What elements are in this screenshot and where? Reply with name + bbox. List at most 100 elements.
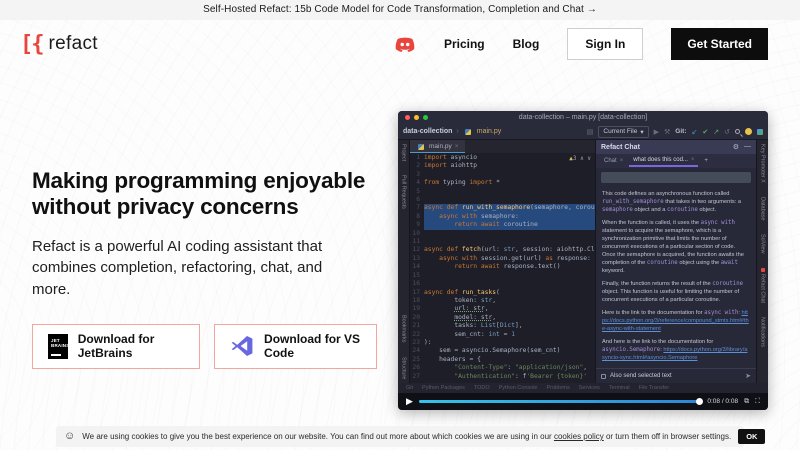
chat-tab[interactable]: Chat× — [600, 156, 627, 166]
tool-window-button-key-promoter-x[interactable]: Key Promoter X — [760, 144, 766, 183]
code-line[interactable]: 21 tasks: List[Dict], — [410, 322, 595, 330]
picture-in-picture-icon[interactable]: ⧉ — [744, 398, 749, 406]
tool-window-button-database[interactable]: Database — [760, 197, 766, 221]
tool-window-button-structure[interactable]: Structure — [401, 357, 407, 379]
plugin-icon[interactable] — [757, 129, 763, 135]
sign-in-button[interactable]: Sign In — [567, 28, 643, 60]
announcement-banner[interactable]: Self-Hosted Refact: 15b Code Model for C… — [0, 0, 800, 20]
chat-message: This code defines an asynchronous functi… — [602, 191, 750, 215]
inspections-widget[interactable]: ▲3 ∧ ∨ — [569, 155, 591, 163]
send-icon[interactable]: ➤ — [745, 372, 751, 380]
nav-pricing[interactable]: Pricing — [444, 37, 485, 51]
breadcrumb-file[interactable]: main.py — [477, 128, 502, 135]
download-jetbrains-label: Download for JetBrains — [78, 332, 184, 360]
git-commit-icon[interactable]: ✔ — [702, 128, 708, 136]
code-line[interactable]: 3 — [410, 171, 595, 179]
code-line[interactable]: 24 sem = asyncio.Semaphore(sem_cnt) — [410, 347, 595, 355]
code-line[interactable]: 26 "Content-Type": "application/json", — [410, 364, 595, 372]
statusbar-tool-file-transfer[interactable]: File Transfer — [639, 385, 670, 391]
code-line[interactable]: 11 — [410, 238, 595, 246]
minimize-panel-icon[interactable]: — — [744, 143, 751, 151]
send-selected-checkbox[interactable] — [601, 374, 606, 379]
statusbar-tool-terminal[interactable]: Terminal — [609, 385, 630, 391]
prev-warning-icon[interactable]: ∧ — [580, 155, 584, 162]
code-area[interactable]: ▲3 ∧ ∨ 1import asyncio2import aiohttp3 4… — [410, 153, 595, 383]
ide-statusbar: Git Python Packages TODO Python Console Prob… — [398, 383, 768, 393]
close-icon[interactable]: × — [455, 143, 459, 150]
close-icon[interactable]: × — [691, 157, 695, 163]
breadcrumb-project[interactable]: data-collection — [403, 128, 452, 135]
logo-text: refact — [49, 33, 98, 55]
code-line[interactable]: 17async def run_tasks( — [410, 289, 595, 297]
download-vscode-button[interactable]: Download for VS Code — [214, 324, 377, 369]
code-line[interactable]: 6 — [410, 196, 595, 204]
code-line[interactable]: 22 sem_cnt: int = 1 — [410, 331, 595, 339]
download-jetbrains-button[interactable]: JET BRAINS Download for JetBrains — [32, 324, 200, 369]
code-line[interactable]: 20 model: str, — [410, 314, 595, 322]
statusbar-tool-services[interactable]: Services — [579, 385, 600, 391]
close-icon[interactable]: × — [620, 158, 624, 164]
cookie-ok-button[interactable]: OK — [738, 429, 765, 444]
tool-window-button-bookmarks[interactable]: Bookmarks — [401, 315, 407, 343]
new-chat-tab-button[interactable]: + — [704, 158, 708, 164]
code-line[interactable]: 4from typing import * — [410, 179, 595, 187]
git-push-icon[interactable]: ↗ — [713, 128, 719, 136]
code-line[interactable]: 14 return await response.text() — [410, 263, 595, 271]
code-line[interactable]: 5 — [410, 188, 595, 196]
run-icon[interactable]: ▶ — [654, 128, 659, 136]
statusbar-tool-todo[interactable]: TODO — [474, 385, 490, 391]
discord-icon[interactable] — [394, 36, 416, 53]
code-line[interactable]: 1import asyncio — [410, 154, 595, 162]
tool-window-button-pull-requests[interactable]: Pull Requests — [401, 175, 407, 209]
line-number: 26 — [410, 364, 424, 372]
git-update-icon[interactable]: ↙ — [692, 128, 698, 136]
tool-window-button-project[interactable]: Project — [401, 144, 407, 161]
code-line[interactable]: 27 "Authentication": f'Bearer {token}' — [410, 373, 595, 381]
refact-logo[interactable]: [{ refact — [20, 32, 98, 57]
jetbrains-icon: JET BRAINS — [48, 334, 68, 359]
statusbar-tool-python-console[interactable]: Python Console — [499, 385, 538, 391]
run-config-dropdown[interactable]: Current File▾ — [598, 126, 648, 138]
chat-tab[interactable]: what does this cod...× — [629, 155, 698, 167]
chat-message: Finally, the function returns the result… — [602, 281, 750, 305]
video-progress-bar[interactable] — [419, 400, 701, 403]
code-line[interactable]: 7async def run_with_semaphore(semaphore,… — [410, 204, 595, 212]
hero-subtitle: Refact is a powerful AI coding assistant… — [32, 236, 337, 301]
code-line[interactable]: 9 return await coroutine — [410, 221, 595, 229]
code-line[interactable]: 8 async with semaphore: — [410, 213, 595, 221]
statusbar-tool-python-packages[interactable]: Python Packages — [422, 385, 465, 391]
code-line[interactable]: 15 — [410, 272, 595, 280]
code-line[interactable]: 13 async with session.get(url) as respon… — [410, 255, 595, 263]
gear-icon[interactable]: ⚙ — [733, 143, 739, 151]
search-icon[interactable] — [735, 129, 740, 134]
code-line[interactable]: 19 url: str, — [410, 305, 595, 313]
build-icon[interactable]: ⚒ — [664, 128, 670, 136]
get-started-button[interactable]: Get Started — [671, 28, 768, 60]
fullscreen-icon[interactable]: ⛶ — [755, 398, 760, 406]
code-line[interactable]: 18 token: str, — [410, 297, 595, 305]
hero-section: Making programming enjoyable without pri… — [32, 168, 377, 369]
tool-window-button-sciview[interactable]: SciView — [760, 234, 766, 253]
line-number: 23 — [410, 339, 424, 347]
next-warning-icon[interactable]: ∨ — [587, 155, 591, 162]
editor-tabbar: main.py × — [410, 140, 595, 153]
statusbar-tool-problems[interactable]: Problems — [546, 385, 569, 391]
git-rollback-icon[interactable]: ↺ — [724, 128, 730, 136]
play-icon[interactable]: ▶ — [406, 396, 413, 407]
cookies-policy-link[interactable]: cookies policy — [554, 432, 604, 441]
code-line[interactable]: 23): — [410, 339, 595, 347]
code-line[interactable]: 12async def fetch(url: str, session: aio… — [410, 246, 595, 254]
statusbar-tool-git[interactable]: Git — [406, 385, 413, 391]
chat-footer: Also send selected text ➤ — [596, 368, 756, 383]
tool-window-button-notifications[interactable]: Notifications — [760, 317, 766, 347]
code-line[interactable]: 2import aiohttp — [410, 162, 595, 170]
code-line[interactable]: 10 — [410, 230, 595, 238]
editor-tab-mainpy[interactable]: main.py × — [410, 140, 465, 153]
device-selector-icon[interactable]: ▤ — [587, 128, 594, 136]
code-line[interactable]: 16 — [410, 280, 595, 288]
chat-input[interactable] — [601, 172, 751, 183]
nav-blog[interactable]: Blog — [513, 37, 540, 51]
tool-window-button-refact-chat[interactable]: Refact Chat — [760, 268, 766, 303]
avatar[interactable] — [745, 128, 752, 135]
code-line[interactable]: 25 headers = { — [410, 356, 595, 364]
